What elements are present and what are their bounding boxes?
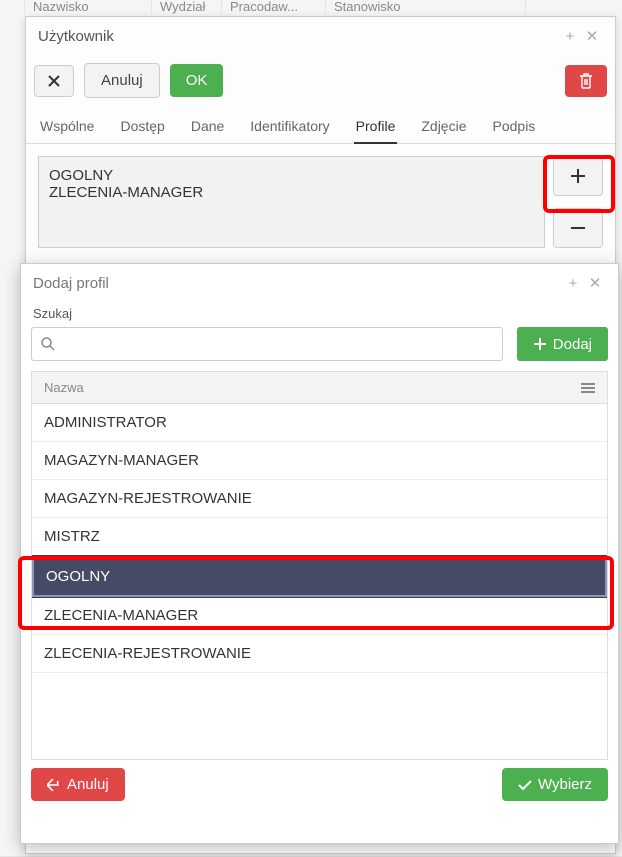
add-profile-modal: Dodaj profil + ✕ Szukaj Dodaj Nazwa ADMI… [20,263,619,844]
tab-wspolne[interactable]: Wspólne [38,112,96,143]
search-icon [40,336,56,352]
profile-item[interactable]: ZLECENIA-MANAGER [49,184,534,201]
bg-col: Wydział [152,0,222,14]
highlight-annotation [543,155,615,213]
table-row[interactable]: ADMINISTRATOR [32,404,607,442]
minus-icon [568,218,588,238]
delete-button[interactable] [565,65,607,97]
remove-profile-button[interactable] [553,208,603,248]
search-input[interactable] [56,336,494,352]
user-modal-title: Użytkownik [38,28,559,45]
check-icon [518,779,532,791]
tab-podpis[interactable]: Podpis [491,112,538,143]
ok-button[interactable]: OK [170,64,224,97]
tab-dane[interactable]: Dane [189,112,226,143]
cancel-add-button[interactable]: Anuluj [31,768,125,801]
table-row[interactable]: ZLECENIA-REJESTROWANIE [32,635,607,673]
bg-col: Nazwisko [25,0,152,14]
add-button[interactable]: Dodaj [517,327,608,361]
add-modal-title: Dodaj profil [33,275,562,292]
tabs: Wspólne Dostęp Dane Identifikatory Profi… [26,106,615,144]
table-header: Nazwa [31,371,608,404]
menu-icon[interactable] [581,381,595,395]
close-icon[interactable]: ✕ [581,25,603,47]
tab-profile[interactable]: Profile [354,112,398,144]
choose-button[interactable]: Wybierz [502,768,608,801]
back-arrow-icon [47,779,61,791]
plus-icon[interactable]: + [562,272,584,294]
bg-col: Stanowisko [326,0,526,14]
tab-zdjecie[interactable]: Zdjęcie [419,112,468,143]
profile-item[interactable]: OGOLNY [49,167,534,184]
cancel-button[interactable]: Anuluj [84,63,160,98]
cancel-add-label: Anuluj [67,776,109,793]
close-icon[interactable]: ✕ [584,272,606,294]
profiles-list[interactable]: OGOLNY ZLECENIA-MANAGER [38,156,545,248]
choose-label: Wybierz [538,776,592,793]
table-row[interactable]: MISTRZ [32,518,607,556]
plus-icon [533,337,547,351]
table-row[interactable]: MAGAZYN-MANAGER [32,442,607,480]
col-name[interactable]: Nazwa [44,380,581,395]
add-button-label: Dodaj [553,336,592,353]
tab-dostep[interactable]: Dostęp [118,112,166,143]
tab-identifikatory[interactable]: Identifikatory [248,112,331,143]
search-label: Szukaj [21,302,618,325]
plus-icon[interactable]: + [559,25,581,47]
search-input-wrapper[interactable] [31,327,503,361]
bg-col: Pracodaw... [222,0,326,14]
trash-icon [579,73,593,89]
table-row[interactable]: MAGAZYN-REJESTROWANIE [32,480,607,518]
close-button[interactable] [34,65,74,97]
highlight-annotation [18,556,614,630]
